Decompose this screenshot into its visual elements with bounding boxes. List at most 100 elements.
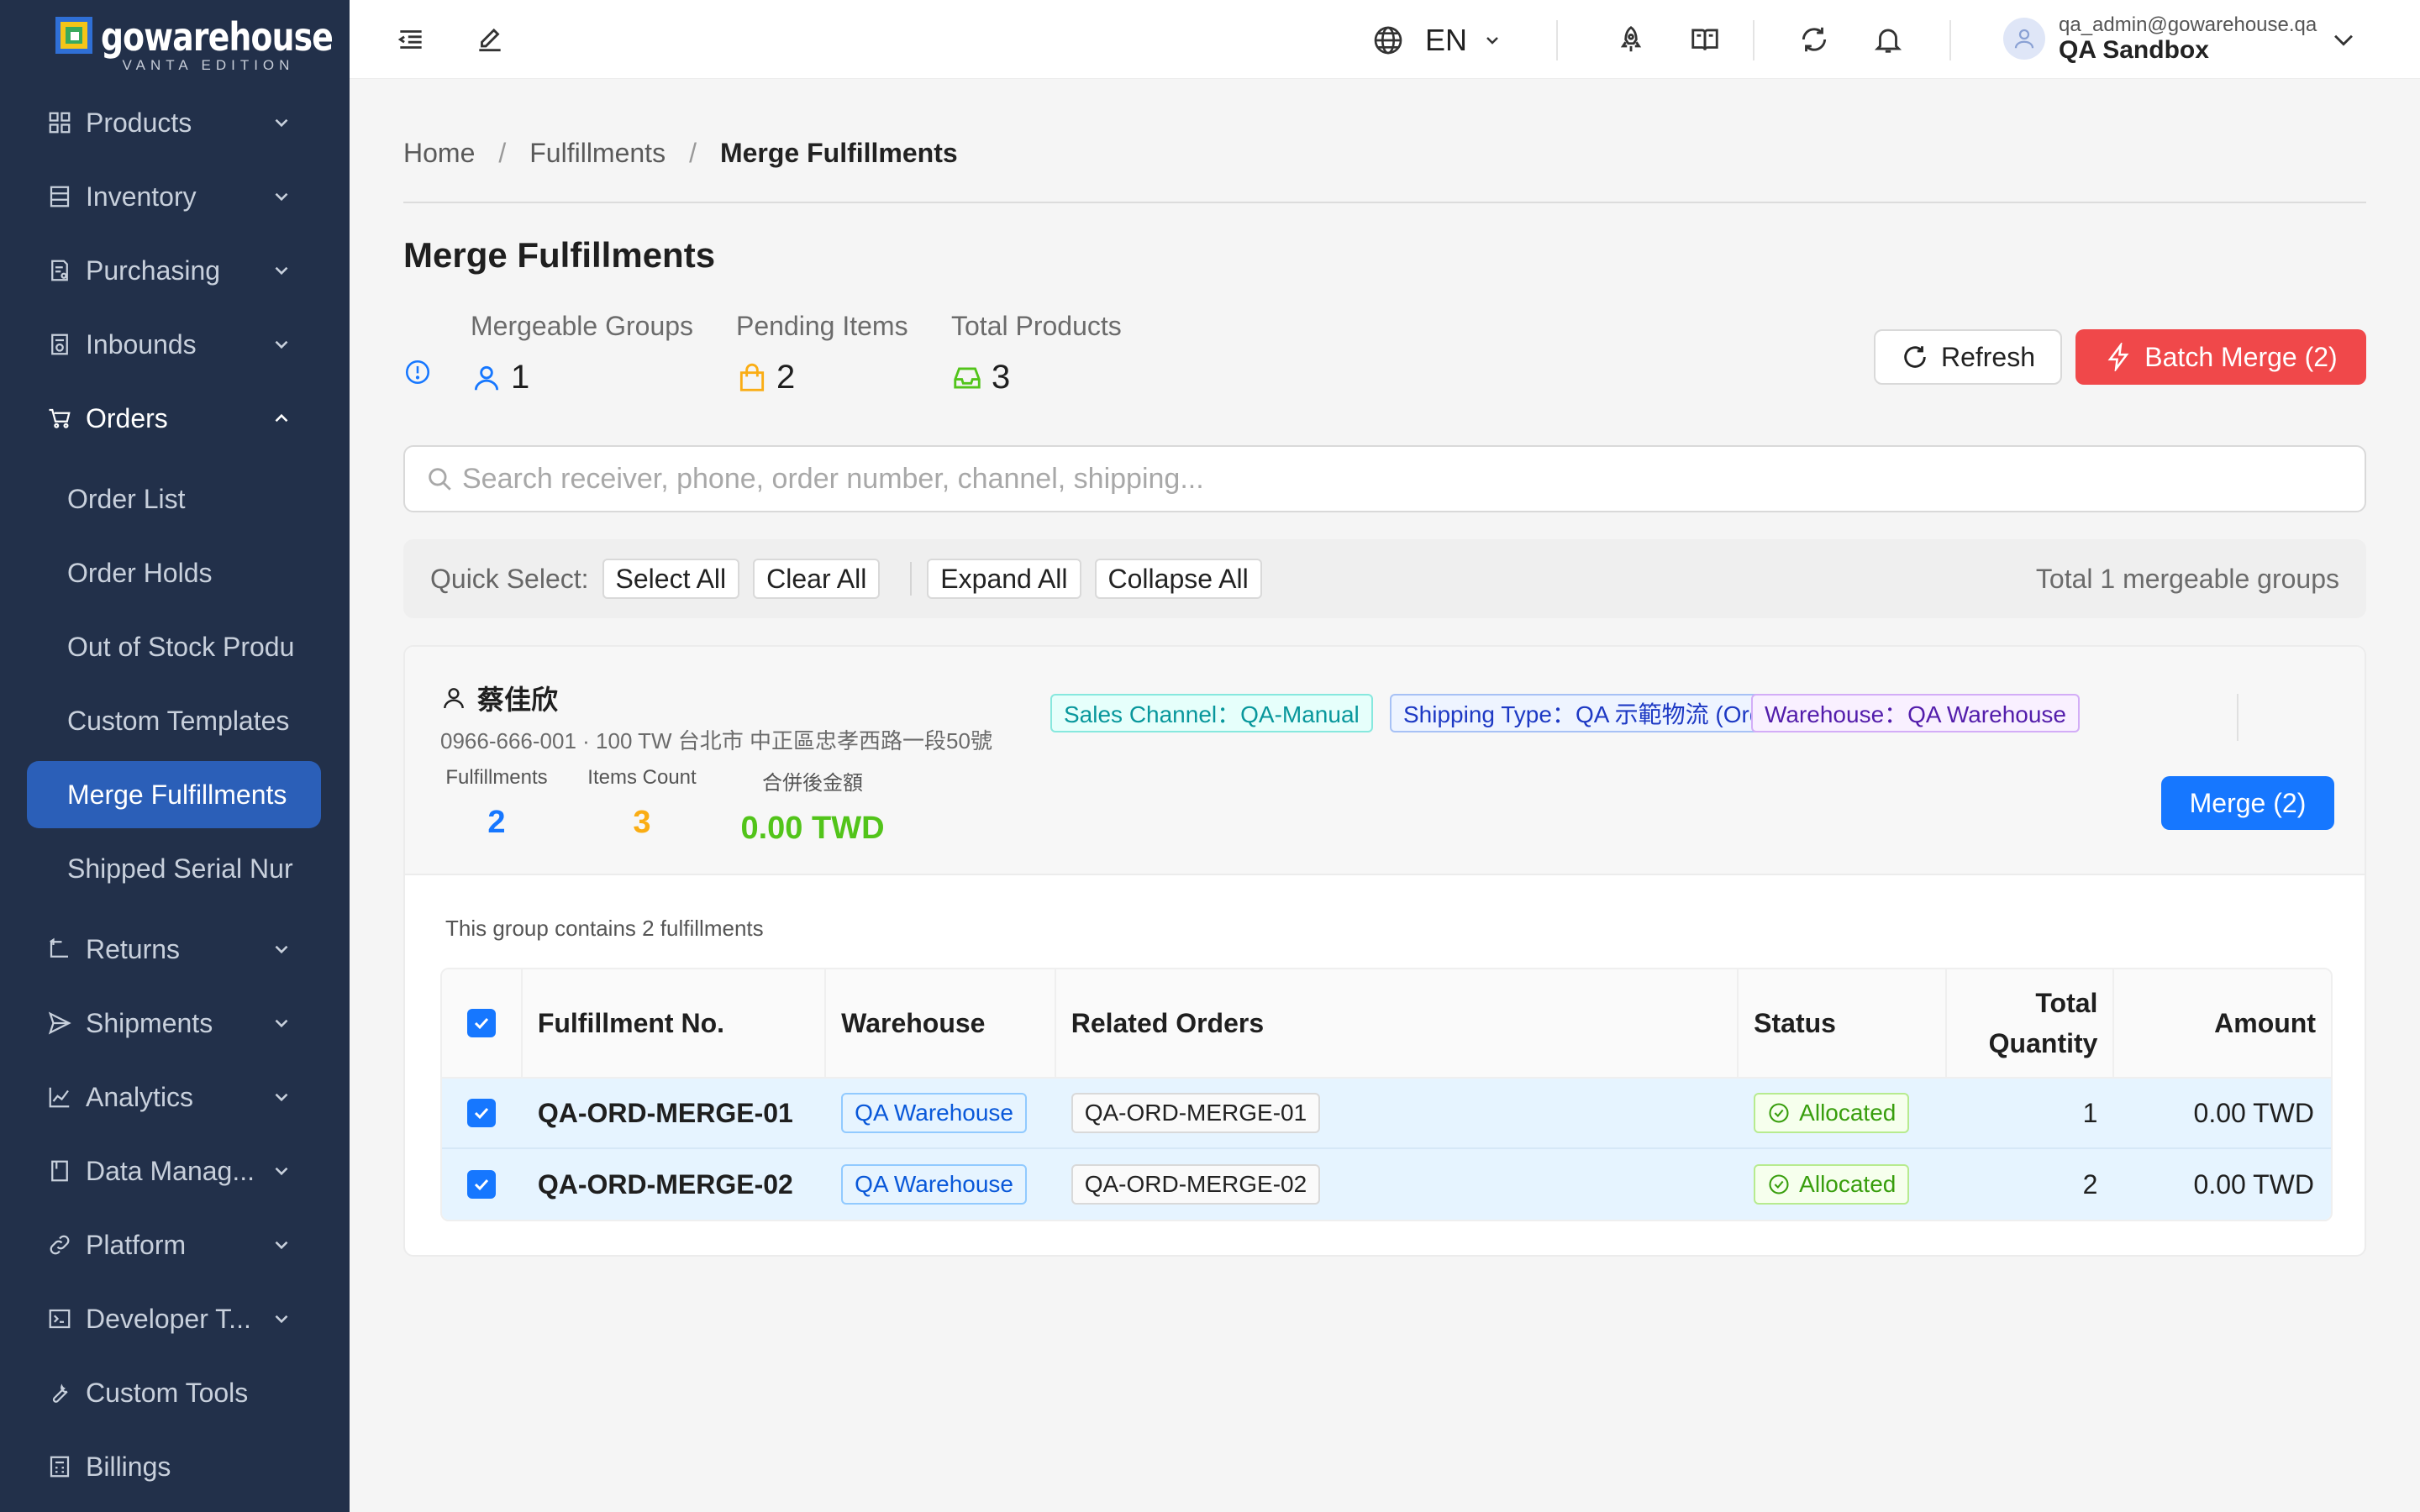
select-all-checkbox[interactable] [466, 1009, 496, 1037]
grid-icon [49, 112, 71, 134]
user-email: qa_admin@gowarehouse.qa [2059, 13, 2317, 36]
edit-icon[interactable] [474, 24, 506, 55]
book-icon [51, 1160, 68, 1182]
stat-label: Mergeable Groups [471, 311, 694, 341]
chevron-down-icon [275, 945, 288, 954]
breadcrumb-separator: / [689, 138, 697, 168]
clear-all-button[interactable]: Clear All [753, 559, 881, 599]
sidebar-item-purchasing[interactable]: Purchasing [0, 242, 350, 299]
sync-icon[interactable] [1798, 24, 1830, 55]
sidebar-item-developer-tools[interactable]: Developer T... [0, 1290, 350, 1347]
group-stat-value: 0.00 TWD [740, 811, 885, 846]
amount: 0.00 TWD [2193, 1168, 2314, 1200]
merge-button[interactable]: Merge (2) [2161, 776, 2334, 830]
receiver-name: 蔡佳欣 [440, 679, 558, 717]
sidebar-item-data-management[interactable]: Data Manag... [0, 1142, 350, 1200]
warehouse-tag: QA Warehouse [841, 1164, 1028, 1205]
fulfillments-table: Fulfillment No. Warehouse Related Orders… [440, 968, 2333, 1221]
send-icon [48, 1011, 71, 1035]
row-checkbox-cell [442, 1149, 523, 1220]
sidebar-item-returns[interactable]: Returns [0, 921, 350, 978]
sidebar-subitem-order-holds[interactable]: Order Holds [0, 543, 350, 603]
sidebar-item-billings[interactable]: Billings [0, 1438, 350, 1495]
sidebar-item-label: Analytics [86, 1081, 194, 1112]
sidebar-subitem-label: Order List [67, 483, 186, 514]
related-order-tag[interactable]: QA-ORD-MERGE-01 [1071, 1093, 1321, 1133]
search-input[interactable] [462, 462, 2311, 496]
divider [1753, 20, 1754, 60]
stat-mergeable-groups: Mergeable Groups 1 [471, 311, 693, 396]
sidebar-item-analytics[interactable]: Analytics [0, 1068, 350, 1126]
user-icon [474, 365, 499, 390]
column-header-total-quantity: Total Quantity [1947, 969, 2115, 1077]
user-menu[interactable]: qa_admin@gowarehouse.qa QA Sandbox [2003, 13, 2317, 64]
row-checkbox[interactable] [466, 1099, 496, 1127]
breadcrumb-fulfillments[interactable]: Fulfillments [529, 138, 666, 169]
sidebar-subitem-out-of-stock[interactable]: Out of Stock Produ [0, 617, 350, 677]
chevron-down-icon [275, 118, 288, 128]
sidebar-subitem-shipped-serial[interactable]: Shipped Serial Nur [0, 838, 350, 899]
shopping-bag-icon [739, 363, 765, 391]
sidebar-item-shipments[interactable]: Shipments [0, 995, 350, 1052]
sidebar-item-platform[interactable]: Platform [0, 1216, 350, 1273]
breadcrumb: Home / Fulfillments / Merge Fulfillments [403, 138, 958, 169]
group-header[interactable]: 蔡佳欣 0966-666-001 · 100 TW 台北市 中正區忠孝西路一段5… [405, 647, 2365, 875]
breadcrumb-separator: / [498, 138, 507, 168]
sidebar-item-inventory[interactable]: Inventory [0, 168, 350, 225]
menu-fold-icon[interactable] [395, 24, 427, 55]
sidebar-item-products[interactable]: Products [0, 94, 350, 151]
search-box[interactable] [403, 445, 2366, 512]
sidebar-subitem-label: Shipped Serial Nur [67, 853, 293, 884]
bell-icon[interactable] [1872, 24, 1904, 55]
chevron-down-icon[interactable] [2329, 25, 2358, 54]
stat-value: 3 [992, 359, 1011, 396]
avatar [2003, 18, 2045, 60]
status-badge: Allocated [1754, 1164, 1910, 1205]
divider [2237, 694, 2238, 741]
chevron-down-icon [275, 340, 288, 349]
sidebar-item-inbounds[interactable]: Inbounds [0, 316, 350, 373]
quick-select-label: Quick Select: [430, 563, 589, 594]
status-cell: Allocated [1739, 1149, 1947, 1220]
sidebar-item-custom-tools[interactable]: Custom Tools [0, 1364, 350, 1421]
stat-value: 1 [511, 359, 530, 396]
chevron-down-icon [275, 1167, 288, 1176]
refresh-button[interactable]: Refresh [1874, 329, 2062, 385]
sidebar-item-orders[interactable]: Orders [0, 390, 350, 447]
stat-value: 2 [776, 359, 796, 396]
cart-icon [49, 408, 71, 428]
brand-edition: VANTA EDITION [122, 57, 295, 73]
collapse-all-button[interactable]: Collapse All [1094, 559, 1262, 599]
book-open-icon[interactable] [1689, 24, 1721, 55]
group-stat-merged-amount: 合併後金額 0.00 TWD [739, 766, 886, 847]
select-all-button[interactable]: Select All [602, 559, 740, 599]
row-checkbox[interactable] [466, 1170, 496, 1199]
divider [1556, 20, 1558, 60]
divider [403, 202, 2366, 203]
link-icon [50, 1235, 70, 1255]
stat-label: Total Products [951, 311, 1122, 341]
related-order-tag[interactable]: QA-ORD-MERGE-02 [1071, 1164, 1321, 1205]
breadcrumb-home[interactable]: Home [403, 138, 475, 169]
warehouse-cell: QA Warehouse [826, 1149, 1056, 1220]
sidebar-subitem-merge-fulfillments[interactable]: Merge Fulfillments [27, 761, 321, 828]
brand-logo[interactable]: gowarehouse VANTA EDITION [55, 15, 350, 74]
language-selector[interactable]: EN [1371, 20, 1502, 60]
user-org: QA Sandbox [2059, 36, 2209, 64]
sidebar-subitem-order-list[interactable]: Order List [0, 469, 350, 529]
status-text: Allocated [1799, 1100, 1897, 1126]
table-row[interactable]: QA-ORD-MERGE-02 QA Warehouse QA-ORD-MERG… [442, 1149, 2331, 1220]
batch-merge-button[interactable]: Batch Merge (2) [2075, 329, 2366, 385]
return-icon [50, 937, 68, 958]
expand-all-button[interactable]: Expand All [927, 559, 1081, 599]
status-text: Allocated [1799, 1171, 1897, 1197]
table-row[interactable]: QA-ORD-MERGE-01 QA Warehouse QA-ORD-MERG… [442, 1079, 2331, 1149]
user-icon [444, 688, 464, 709]
status-badge: Allocated [1754, 1093, 1910, 1133]
rocket-icon[interactable] [1615, 24, 1647, 55]
sidebar-item-label: Shipments [86, 1007, 213, 1038]
info-icon[interactable] [403, 358, 432, 386]
top-bar: EN qa_admin@gowarehouse.qa QA Sandbox [350, 0, 2420, 79]
related-orders-cell: QA-ORD-MERGE-02 [1056, 1149, 1739, 1220]
sidebar-subitem-custom-templates[interactable]: Custom Templates [0, 690, 350, 751]
